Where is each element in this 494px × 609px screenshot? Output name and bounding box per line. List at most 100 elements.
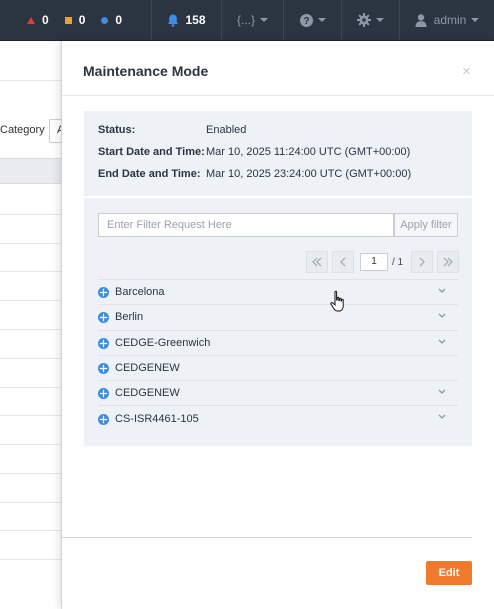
end-time-value: Mar 10, 2025 23:24:00 UTC (GMT+00:00) — [206, 168, 412, 180]
filter-input[interactable]: Enter Filter Request Here — [98, 213, 394, 237]
apply-filter-button[interactable]: Apply filter — [394, 213, 458, 237]
router-icon — [98, 413, 109, 425]
critical-alarm-count: 0 — [42, 13, 49, 27]
device-row[interactable]: Barcelona — [98, 279, 458, 304]
bell-icon — [168, 14, 179, 27]
device-row[interactable]: CS-ISR4461-105 — [98, 405, 458, 430]
user-menu-button[interactable]: admin — [399, 0, 494, 40]
notification-count: 158 — [185, 13, 206, 27]
page-number-input[interactable]: 1 — [360, 253, 388, 271]
device-name: CEDGENEW — [115, 387, 180, 400]
panel-title: Maintenance Mode — [83, 63, 209, 79]
chevron-down-icon — [471, 18, 480, 22]
table-row — [0, 300, 61, 301]
device-name: CS-ISR4461-105 — [115, 412, 199, 425]
table-row — [0, 502, 61, 503]
notifications-button[interactable]: 158 — [151, 0, 221, 40]
double-chevron-right-icon — [443, 257, 454, 267]
chevron-down-icon — [438, 339, 446, 344]
alarm-counters: 0 0 0 — [0, 0, 151, 40]
maintenance-mode-panel: Maintenance Mode × Status: Enabled Start … — [62, 41, 494, 609]
chevron-down-icon — [438, 415, 446, 420]
table-row — [0, 473, 61, 474]
previous-page-button[interactable] — [332, 251, 354, 273]
category-label: Category — [0, 124, 45, 136]
device-row[interactable]: CEDGENEW — [98, 354, 458, 380]
table-row — [0, 243, 61, 244]
chevron-down-icon — [376, 18, 384, 22]
start-time-value: Mar 10, 2025 11:24:00 UTC (GMT+00:00) — [206, 146, 411, 158]
category-select[interactable]: A — [49, 119, 61, 143]
device-row[interactable]: Berlin — [98, 304, 458, 329]
critical-alarm-counter[interactable]: 0 — [27, 13, 49, 27]
chevron-left-icon — [340, 257, 346, 267]
background-page: Category A — [0, 41, 62, 609]
major-alarm-count: 0 — [78, 13, 86, 27]
divider — [62, 95, 494, 96]
next-page-button[interactable] — [411, 251, 434, 273]
status-label: Status: — [98, 124, 136, 136]
critical-triangle-icon — [27, 16, 35, 24]
minor-alarm-count: 0 — [115, 13, 123, 27]
table-row — [0, 415, 61, 416]
help-menu-button[interactable]: ? — [283, 0, 341, 40]
major-alarm-counter[interactable]: 0 — [64, 13, 86, 27]
table-row — [0, 271, 61, 272]
status-row: Status: Enabled — [98, 124, 246, 136]
top-navigation-bar: 0 0 0 158 {...} ? admin — [0, 0, 494, 41]
table-row — [0, 559, 61, 560]
close-icon[interactable]: × — [462, 63, 471, 80]
end-time-row: End Date and Time: Mar 10, 2025 23:24:00 … — [98, 168, 411, 180]
device-name: Barcelona — [115, 286, 165, 299]
start-time-row: Start Date and Time:Mar 10, 2025 11:24:0… — [98, 146, 410, 158]
user-icon — [415, 13, 427, 27]
device-list-section: Enter Filter Request Here Apply filter 1… — [84, 198, 472, 446]
minor-dot-icon — [101, 16, 109, 24]
help-icon: ? — [299, 13, 313, 27]
chevron-down-icon — [438, 288, 446, 293]
device-name: CEDGE-Greenwich — [115, 336, 211, 349]
chevron-right-icon — [419, 257, 426, 267]
router-icon — [98, 363, 109, 375]
maintenance-status-section: Status: Enabled Start Date and Time:Mar 1… — [84, 111, 472, 196]
device-name: CEDGENEW — [115, 362, 180, 375]
edit-button[interactable]: Edit — [426, 561, 472, 585]
device-name: Berlin — [115, 311, 144, 324]
table-row — [0, 358, 61, 359]
chevron-down-icon — [438, 389, 446, 395]
router-icon — [98, 337, 109, 349]
chevron-down-icon — [317, 18, 326, 22]
tasks-brace-icon: {...} — [236, 13, 256, 27]
page-total: / 1 — [392, 256, 404, 268]
last-page-button[interactable] — [437, 251, 460, 273]
device-row[interactable]: CEDGE-Greenwich — [98, 329, 458, 355]
router-icon — [98, 287, 109, 299]
settings-menu-button[interactable] — [341, 0, 399, 40]
table-row — [0, 444, 61, 445]
device-row[interactable]: CEDGENEW — [98, 380, 458, 405]
minor-alarm-counter[interactable]: 0 — [101, 13, 122, 27]
start-time-label: Start Date and Time: — [98, 146, 205, 158]
hand-cursor-icon — [330, 290, 344, 312]
table-row — [0, 387, 61, 388]
chevron-down-icon — [260, 18, 269, 22]
end-time-label: End Date and Time: — [98, 168, 201, 180]
user-name: admin — [433, 13, 467, 27]
double-chevron-left-icon — [312, 257, 322, 267]
divider — [62, 537, 472, 538]
pagination: 1 / 1 — [306, 251, 463, 273]
divider — [0, 80, 61, 81]
svg-text:?: ? — [303, 16, 309, 27]
status-value: Enabled — [206, 124, 247, 136]
tasks-menu-button[interactable]: {...} — [221, 0, 283, 40]
chevron-down-icon — [438, 313, 446, 319]
gear-icon — [357, 13, 371, 27]
router-icon — [98, 388, 109, 400]
device-list: Barcelona Berlin CEDGE-Greenwich CEDGENE… — [98, 279, 458, 431]
first-page-button[interactable] — [306, 251, 328, 273]
table-row — [0, 214, 61, 215]
router-icon — [98, 312, 109, 324]
table-row — [0, 530, 61, 531]
table-row — [0, 329, 61, 330]
major-square-icon — [64, 16, 72, 24]
